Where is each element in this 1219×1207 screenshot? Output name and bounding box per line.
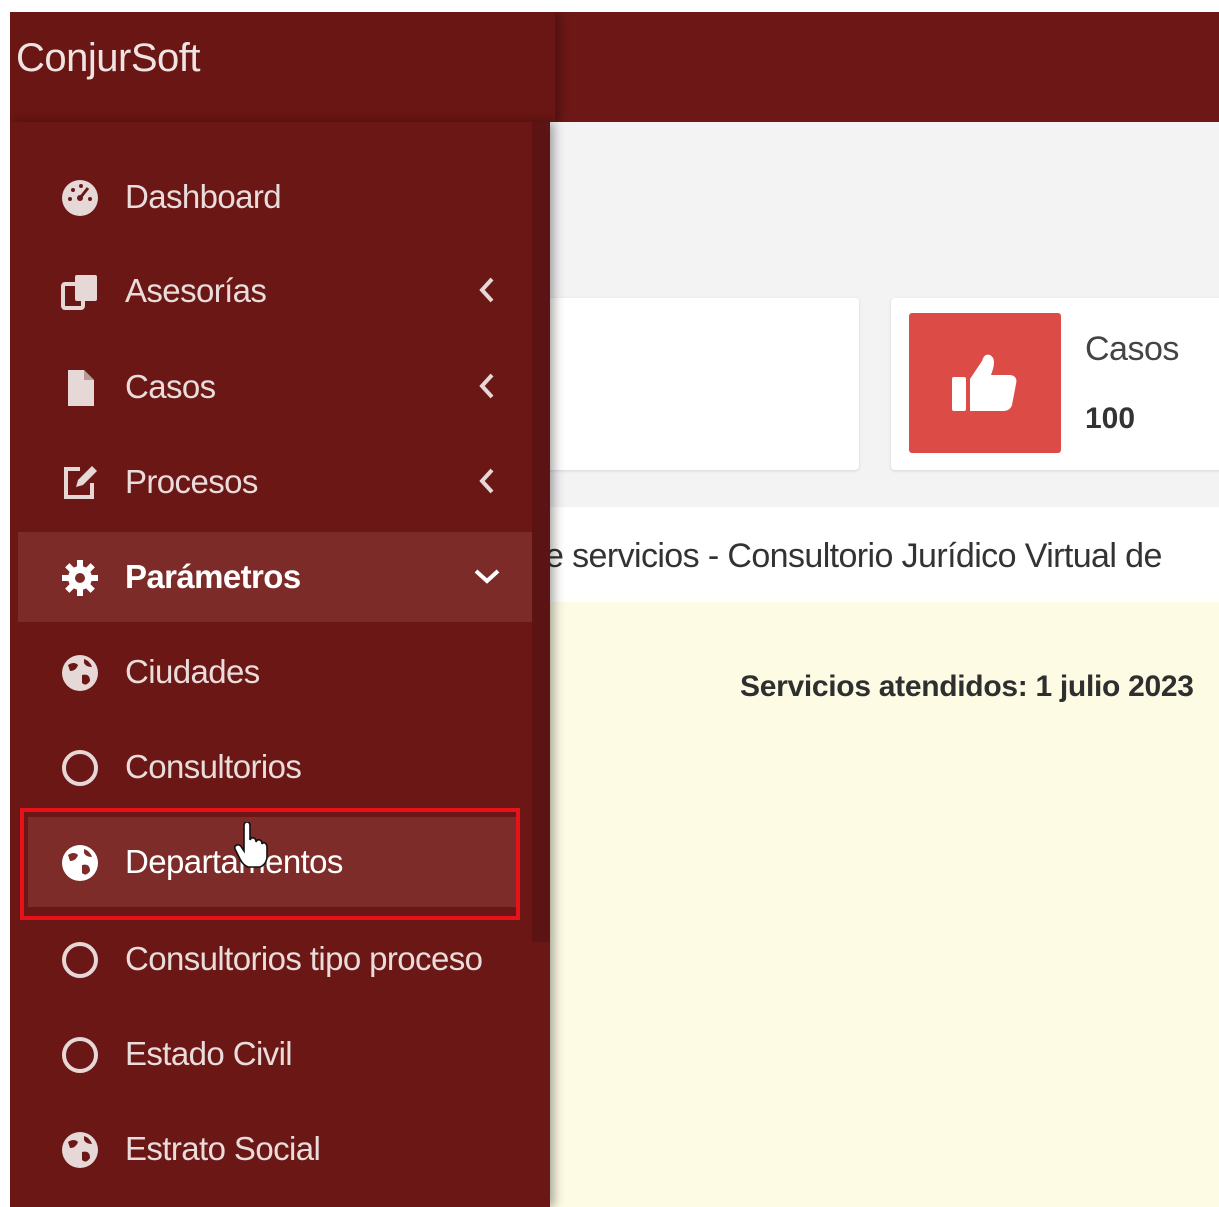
brand-logo-text[interactable]: ConjurSoft (16, 36, 200, 81)
sidebar-item-procesos[interactable]: Procesos (10, 437, 550, 527)
stat-label: Casos (1085, 330, 1179, 368)
sidebar: Dashboard Asesorías Casos Procesos Parám… (10, 122, 550, 1207)
globe-icon (60, 653, 100, 693)
sidebar-item-parametros[interactable]: Parámetros (18, 532, 532, 622)
chevron-left-icon (472, 270, 502, 310)
thumbs-up-icon (952, 354, 1017, 411)
sidebar-item-consultorios[interactable]: Consultorios (10, 722, 550, 812)
file-icon (60, 368, 100, 408)
sidebar-item-asesorias[interactable]: Asesorías (10, 246, 550, 336)
highlight-box (20, 808, 520, 920)
globe-icon (60, 1130, 100, 1170)
sidebar-item-label: Dashboard (125, 178, 282, 215)
thumbs-up-icon-box (909, 313, 1061, 453)
dashboard-gauge-icon (60, 178, 100, 218)
stat-card-partial (535, 298, 859, 470)
sidebar-item-casos[interactable]: Casos (10, 342, 550, 432)
gear-icon (60, 558, 100, 598)
sidebar-item-label: Consultorios tipo proceso (125, 940, 483, 977)
main-content: Casos 100 e servicios - Consultorio Jurí… (535, 122, 1219, 1207)
chevron-down-icon (472, 556, 502, 596)
sidebar-item-consultorios-tipo-proceso[interactable]: Consultorios tipo proceso (10, 914, 550, 1004)
top-navbar: ConjurSoft (10, 12, 1219, 122)
sidebar-item-label: Parámetros (125, 558, 301, 595)
copy-icon (60, 272, 100, 312)
circle-outline-icon (60, 748, 100, 788)
chart-panel: Servicios atendidos: 1 julio 2023 (535, 602, 1219, 1207)
chevron-left-icon (472, 461, 502, 501)
sidebar-item-label: Casos (125, 368, 216, 405)
circle-outline-icon (60, 1035, 100, 1075)
sidebar-item-estado-civil[interactable]: Estado Civil (10, 1009, 550, 1099)
sidebar-scrollbar[interactable] (532, 122, 550, 942)
sidebar-item-label: Asesorías (125, 272, 267, 309)
chevron-left-icon (472, 366, 502, 406)
brand-area[interactable]: ConjurSoft (10, 12, 555, 122)
sidebar-item-label: Estrato Social (125, 1130, 321, 1167)
sidebar-item-label: Consultorios (125, 748, 302, 785)
stat-card-casos: Casos 100 (891, 298, 1219, 470)
edit-icon (60, 463, 100, 503)
hand-pointer-cursor-icon (234, 822, 268, 868)
circle-outline-icon (60, 940, 100, 980)
sidebar-item-label: Procesos (125, 463, 258, 500)
sidebar-item-ciudades[interactable]: Ciudades (10, 627, 550, 717)
stat-value: 100 (1085, 402, 1136, 435)
sidebar-item-label: Estado Civil (125, 1035, 293, 1072)
sidebar-item-label: Ciudades (125, 653, 260, 690)
app-window: ConjurSoft Casos 100 e servicios - Consu… (10, 12, 1219, 1207)
subtitle-band: e servicios - Consultorio Jurídico Virtu… (535, 507, 1219, 602)
panel-title: Servicios atendidos: 1 julio 2023 (740, 670, 1194, 703)
sidebar-item-dashboard[interactable]: Dashboard (10, 152, 550, 242)
sidebar-item-estrato-social[interactable]: Estrato Social (10, 1104, 550, 1194)
page-subtitle: e servicios - Consultorio Jurídico Virtu… (545, 537, 1162, 575)
